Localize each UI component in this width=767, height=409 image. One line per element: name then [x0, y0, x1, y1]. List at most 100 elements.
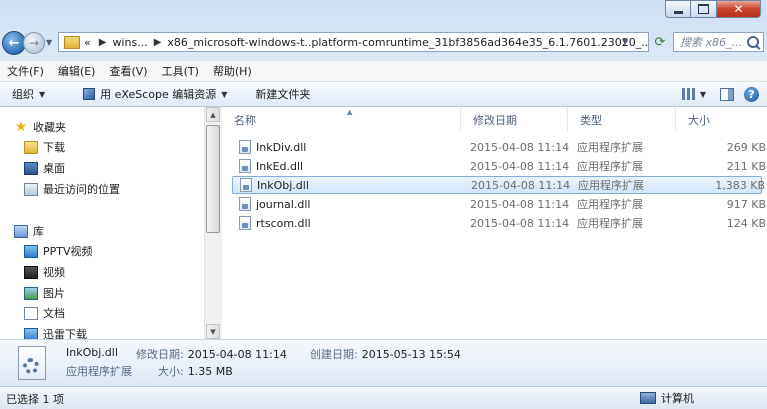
file-size: 917 KB [726, 197, 766, 211]
chevron-down-icon: ▼ [221, 89, 228, 99]
change-view-icon[interactable] [681, 88, 696, 100]
file-name: InkObj.dll [257, 178, 309, 192]
nav-favorites-header[interactable]: ★ 收藏夹 [14, 117, 66, 137]
nav-item-desktop[interactable]: 桌面 [24, 158, 65, 178]
nav-label: 迅雷下载 [43, 328, 87, 339]
file-row[interactable]: InkEd.dll 2015-04-08 11:14 应用程序扩展 211 KB [232, 157, 766, 175]
menu-edit[interactable]: 编辑(E) [51, 63, 103, 79]
details-size-value: 1.35 MB [187, 365, 233, 378]
menu-tools[interactable]: 工具(T) [155, 63, 206, 79]
exescope-icon [83, 88, 96, 100]
refresh-icon: ⟳ [654, 34, 666, 50]
nav-label: PPTV视频 [43, 245, 93, 258]
nav-label: 最近访问的位置 [43, 183, 120, 196]
maximize-icon [698, 4, 709, 14]
column-label: 大小 [688, 113, 710, 127]
location-label: 计算机 [661, 392, 694, 405]
details-modified: 修改日期: 2015-04-08 11:14 [136, 346, 287, 362]
recent-pages-dropdown-icon[interactable]: ▼ [46, 38, 52, 47]
file-row-selected[interactable]: InkObj.dll 2015-04-08 11:14 应用程序扩展 1,383… [232, 176, 765, 194]
new-folder-button[interactable]: 新建文件夹 [245, 86, 320, 102]
open-with-button[interactable]: 用 eXeScope 编辑资源 ▼ [73, 86, 237, 102]
refresh-button[interactable]: ⟳ [651, 32, 669, 52]
details-file-name: InkObj.dll [66, 346, 118, 359]
navigation-scrollbar[interactable]: ▲ ▼ [204, 107, 222, 339]
forward-button[interactable]: → [23, 32, 45, 54]
maximize-button[interactable] [691, 0, 717, 18]
file-type: 应用程序扩展 [578, 179, 644, 192]
search-input[interactable]: 搜索 x86_... [673, 32, 764, 52]
minimize-button[interactable] [665, 0, 691, 18]
file-size: 1,383 KB [715, 178, 765, 192]
file-row[interactable]: rtscom.dll 2015-04-08 11:14 应用程序扩展 124 K… [232, 214, 766, 232]
dll-file-icon [239, 140, 251, 154]
nav-label: 图片 [43, 287, 65, 300]
address-bar[interactable]: « ▶ wins... ▶ x86_microsoft-windows-t..p… [58, 32, 649, 52]
details-file-type: 应用程序扩展 [66, 365, 132, 378]
file-size: 124 KB [726, 216, 766, 230]
breadcrumb-segment[interactable]: wins... [112, 36, 147, 49]
details-pane: InkObj.dll 应用程序扩展 修改日期: 2015-04-08 11:14 … [0, 339, 767, 386]
file-row[interactable]: InkDiv.dll 2015-04-08 11:14 应用程序扩展 269 K… [232, 138, 766, 156]
folder-icon [64, 35, 80, 49]
close-icon: ✕ [733, 2, 744, 16]
menu-file[interactable]: 文件(F) [0, 63, 51, 79]
details-size: 大小: 1.35 MB [158, 363, 233, 379]
downloads-folder-icon [24, 140, 38, 154]
open-with-label: 用 eXeScope 编辑资源 [100, 88, 217, 101]
selection-count: 已选择 1 项 [6, 392, 64, 406]
column-header-name[interactable]: 名称 [222, 107, 461, 132]
nav-item-xunlei[interactable]: 迅雷下载 [24, 324, 87, 339]
breadcrumb-segment[interactable]: x86_microsoft-windows-t..platform-comrun… [167, 36, 648, 49]
xunlei-download-icon [24, 327, 38, 339]
scroll-up-icon[interactable]: ▲ [206, 107, 220, 122]
nav-item-documents[interactable]: 文档 [24, 303, 65, 323]
minimize-icon [673, 10, 683, 14]
column-header-row: ▲ 名称 修改日期 类型 大小 [222, 107, 767, 132]
computer-icon [640, 392, 656, 404]
nav-item-downloads[interactable]: 下载 [24, 137, 65, 157]
nav-libraries-header[interactable]: 库 [14, 221, 44, 241]
pptv-library-icon [24, 244, 38, 258]
navigation-bar: ← → ▼ « ▶ wins... ▶ x86_microsoft-window… [0, 30, 767, 56]
file-type: 应用程序扩展 [577, 141, 643, 154]
menu-view[interactable]: 查看(V) [102, 63, 154, 79]
column-header-type[interactable]: 类型 [568, 107, 676, 132]
help-icon[interactable]: ? [744, 86, 759, 102]
file-name: InkEd.dll [256, 159, 304, 173]
address-overflow[interactable]: « [84, 36, 91, 49]
search-icon[interactable] [747, 36, 759, 48]
file-size: 269 KB [726, 140, 766, 154]
explorer-window: ✕ ← → ▼ « ▶ wins... ▶ x86_microsoft-wind… [0, 0, 767, 409]
file-row[interactable]: journal.dll 2015-04-08 11:14 应用程序扩展 917 … [232, 195, 766, 213]
view-dropdown-icon[interactable]: ▼ [700, 90, 706, 99]
address-dropdown-icon[interactable]: ▼ [622, 37, 628, 46]
nav-label: 下载 [43, 141, 65, 154]
nav-label: 视频 [43, 266, 65, 279]
file-type: 应用程序扩展 [577, 217, 643, 230]
column-header-size[interactable]: 大小 [676, 107, 767, 132]
dll-file-icon [239, 159, 251, 173]
column-header-date[interactable]: 修改日期 [461, 107, 568, 132]
status-location: 计算机 [640, 390, 694, 406]
scroll-down-icon[interactable]: ▼ [206, 324, 220, 339]
preview-pane-icon[interactable] [720, 87, 734, 101]
dll-file-icon [239, 216, 251, 230]
file-date: 2015-04-08 11:14 [470, 159, 570, 173]
column-label: 名称 [234, 113, 256, 127]
menu-help[interactable]: 帮助(H) [206, 63, 259, 79]
nav-item-videos[interactable]: 视频 [24, 262, 65, 282]
nav-item-pictures[interactable]: 图片 [24, 283, 65, 303]
breadcrumb-separator-icon: ▶ [98, 36, 107, 48]
pictures-library-icon [24, 286, 38, 300]
nav-item-pptv[interactable]: PPTV视频 [24, 241, 93, 261]
file-size: 211 KB [726, 159, 766, 173]
scroll-thumb[interactable] [206, 125, 220, 233]
gear-icon [23, 358, 39, 374]
column-label: 修改日期 [473, 113, 517, 127]
close-button[interactable]: ✕ [717, 0, 761, 18]
nav-label: 文档 [43, 307, 65, 320]
organize-button[interactable]: 组织 ▼ [0, 86, 55, 102]
nav-item-recent[interactable]: 最近访问的位置 [24, 179, 120, 199]
new-folder-label: 新建文件夹 [255, 88, 311, 101]
